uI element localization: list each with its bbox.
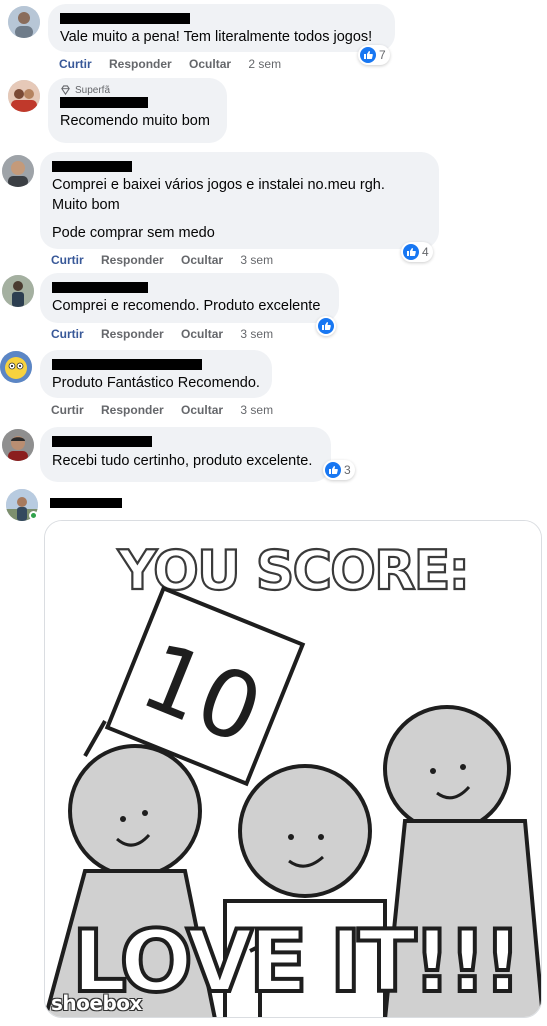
redacted-author-name[interactable] — [52, 161, 132, 172]
like-icon — [360, 47, 376, 63]
redacted-author-name[interactable] — [52, 282, 148, 293]
comment-text: Recebi tudo certinho, produto excelente. — [52, 453, 313, 469]
comment-text: Muito bom — [52, 197, 120, 213]
superfan-badge: Superfã — [75, 85, 111, 96]
hide-button[interactable]: Ocultar — [181, 327, 223, 341]
comment-text: Pode comprar sem medo — [52, 225, 215, 241]
avatar[interactable] — [2, 155, 34, 187]
redacted-author-name[interactable] — [60, 13, 190, 24]
comment-text: Vale muito a pena! Tem literalmente todo… — [60, 29, 373, 45]
like-icon — [325, 462, 341, 478]
avatar[interactable] — [8, 80, 40, 112]
reply-button[interactable]: Responder — [101, 403, 164, 417]
redacted-author-name[interactable] — [50, 498, 122, 508]
comment-text: Recomendo muito bom — [60, 113, 210, 129]
comment-bubble: Superfã Recomendo muito bom — [48, 78, 227, 143]
redacted-author-name[interactable] — [52, 436, 152, 447]
timestamp[interactable]: 3 sem — [240, 403, 273, 417]
like-icon — [318, 318, 334, 334]
comment-bubble: Recebi tudo certinho, produto excelente. — [40, 427, 331, 482]
timestamp[interactable]: 3 sem — [240, 253, 273, 267]
timestamp[interactable]: 3 sem — [240, 327, 273, 341]
online-status-icon — [29, 511, 38, 520]
comment-bubble: Comprei e baixei vários jogos e instalei… — [40, 152, 439, 249]
redacted-author-name[interactable] — [60, 97, 148, 108]
comment-bubble: Vale muito a pena! Tem literalmente todo… — [48, 4, 395, 52]
reply-button[interactable]: Responder — [101, 253, 164, 267]
reaction-count[interactable]: 7 — [358, 45, 390, 65]
like-reaction[interactable] — [316, 316, 336, 336]
comment-text: Comprei e recomendo. Produto excelente — [52, 298, 321, 314]
avatar-photo-icon — [2, 429, 34, 461]
like-button[interactable]: Curtir — [51, 327, 84, 341]
avatar-photo-icon — [2, 275, 34, 307]
reply-button[interactable]: Responder — [101, 327, 164, 341]
avatar-photo-icon — [2, 155, 34, 187]
comment-bubble: Produto Fantástico Recomendo. — [40, 350, 272, 398]
like-button[interactable]: Curtir — [51, 253, 84, 267]
redacted-author-name[interactable] — [52, 359, 202, 370]
hide-button[interactable]: Ocultar — [189, 57, 231, 71]
comment-bubble: Comprei e recomendo. Produto excelente — [40, 273, 339, 323]
timestamp[interactable]: 2 sem — [248, 57, 281, 71]
hide-button[interactable]: Ocultar — [181, 403, 223, 417]
reply-button[interactable]: Responder — [109, 57, 172, 71]
like-icon — [403, 244, 419, 260]
like-button[interactable]: Curtir — [59, 57, 92, 71]
avatar-photo-icon — [8, 6, 40, 38]
avatar-cartoon-icon — [0, 351, 32, 383]
comment-text: Comprei e baixei vários jogos e instalei… — [52, 177, 385, 193]
avatar-photo-icon — [8, 80, 40, 112]
comment-text: Produto Fantástico Recomendo. — [52, 375, 260, 391]
avatar[interactable] — [8, 6, 40, 38]
gif-attachment[interactable]: YOU SCORE: 10 LOVE IT!!! shoebox — [44, 520, 542, 1018]
reaction-count[interactable]: 4 — [401, 242, 433, 262]
gif-watermark: shoebox — [51, 991, 142, 1015]
avatar[interactable] — [2, 429, 34, 461]
hide-button[interactable]: Ocultar — [181, 253, 223, 267]
gif-illustration: YOU SCORE: 10 LOVE IT!!! — [45, 521, 541, 1017]
reaction-count[interactable]: 3 — [323, 460, 355, 480]
avatar[interactable] — [2, 275, 34, 307]
avatar[interactable] — [0, 351, 32, 383]
like-button[interactable]: Curtir — [51, 403, 84, 417]
diamond-icon — [61, 85, 70, 96]
